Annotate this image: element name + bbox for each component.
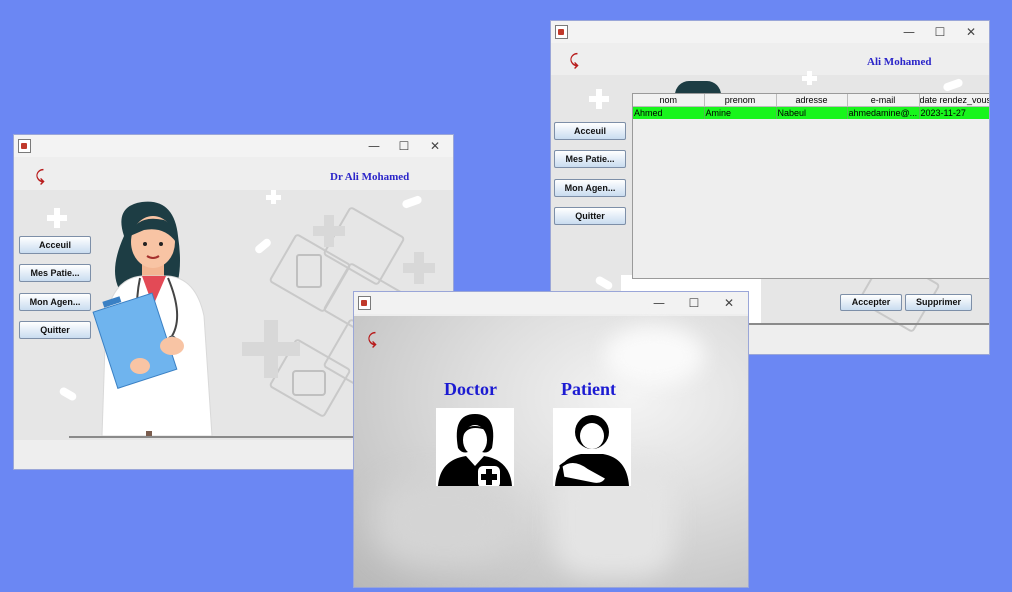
table-row[interactable]: Ahmed Amine Nabeul ahmedamine@... 2023-1… [633,106,989,119]
title-bar: — ☐ ✕ [354,292,748,314]
doctor-label: Doctor [444,379,497,399]
nav-button-quitter[interactable]: Quitter [554,207,626,225]
title-bar: — ☐ ✕ [14,135,453,157]
role-selection-window: — ☐ ✕ ⤹ Doctor Patient [354,292,748,587]
accept-button[interactable]: Accepter [840,294,902,311]
patient-icon [555,415,629,486]
plus-icon [266,195,281,200]
plus-icon [802,76,817,81]
nav-button-mon-agenda[interactable]: Mon Agen... [554,179,626,197]
java-app-icon [358,296,371,310]
table-header-row: nom prenom adresse e-mail date rendez_vo… [633,94,989,107]
plus-icon [47,215,67,221]
table-cell-adresse: Nabeul [776,106,848,119]
maximize-icon[interactable]: ☐ [925,21,955,43]
java-app-icon [555,25,568,39]
minimize-icon[interactable]: — [894,21,924,43]
nav-button-acceuil[interactable]: Acceuil [19,236,91,254]
minimize-icon[interactable]: — [359,135,389,157]
cross-shape [242,342,300,356]
first-aid-kit-icon [292,370,326,396]
pill-icon [58,386,78,402]
nav-button-mon-agenda[interactable]: Mon Agen... [19,293,91,311]
blurred-hospital-background [354,316,748,587]
patient-label: Patient [561,379,616,399]
appointments-table-panel: nom prenom adresse e-mail date rendez_vo… [632,93,989,279]
java-app-icon [18,139,31,153]
close-icon[interactable]: ✕ [714,292,744,314]
maximize-icon[interactable]: ☐ [389,135,419,157]
column-header-adresse[interactable]: adresse [776,94,848,107]
close-icon[interactable]: ✕ [420,135,450,157]
doctor-illustration [92,201,213,436]
doctor-name: Ali Mohamed [867,56,932,68]
column-header-prenom[interactable]: prenom [704,94,777,107]
plus-icon [589,96,609,102]
doctor-role-button[interactable] [436,408,514,488]
nav-button-acceuil[interactable]: Acceuil [554,122,626,140]
back-arrow-icon[interactable]: ⤹ [32,168,48,184]
table-cell-date: 2023-11-27 [919,106,989,119]
medicine-bottle-icon [296,254,322,288]
minimize-icon[interactable]: — [644,292,674,314]
back-arrow-icon[interactable]: ⤹ [566,52,582,68]
cross-shape [403,263,435,273]
doctor-name: Dr Ali Mohamed [330,171,410,183]
pill-icon [253,237,273,255]
pill-icon [594,275,614,291]
title-bar: — ☐ ✕ [551,21,989,43]
patient-role-button[interactable] [553,408,631,486]
nav-button-mes-patients[interactable]: Mes Patie... [554,150,626,168]
close-icon[interactable]: ✕ [956,21,986,43]
table-cell-email: ahmedamine@... [847,106,920,119]
blur-light-spot [374,476,514,566]
pill-icon [401,194,423,210]
column-header-date-rendez-vous[interactable]: date rendez_vous [919,94,989,107]
blur-light-spot [604,326,704,386]
nav-button-quitter[interactable]: Quitter [19,321,91,339]
female-doctor-icon [438,414,512,488]
delete-button[interactable]: Supprimer [905,294,972,311]
back-arrow-icon[interactable]: ⤹ [364,331,380,347]
table-cell-nom: Ahmed [633,106,705,119]
column-header-email[interactable]: e-mail [847,94,920,107]
appointments-table[interactable]: nom prenom adresse e-mail date rendez_vo… [633,94,989,119]
maximize-icon[interactable]: ☐ [679,292,709,314]
nav-button-mes-patients[interactable]: Mes Patie... [19,264,91,282]
cross-shape [313,226,345,236]
table-cell-prenom: Amine [704,106,777,119]
pill-icon [942,77,964,93]
column-header-nom[interactable]: nom [633,94,705,107]
